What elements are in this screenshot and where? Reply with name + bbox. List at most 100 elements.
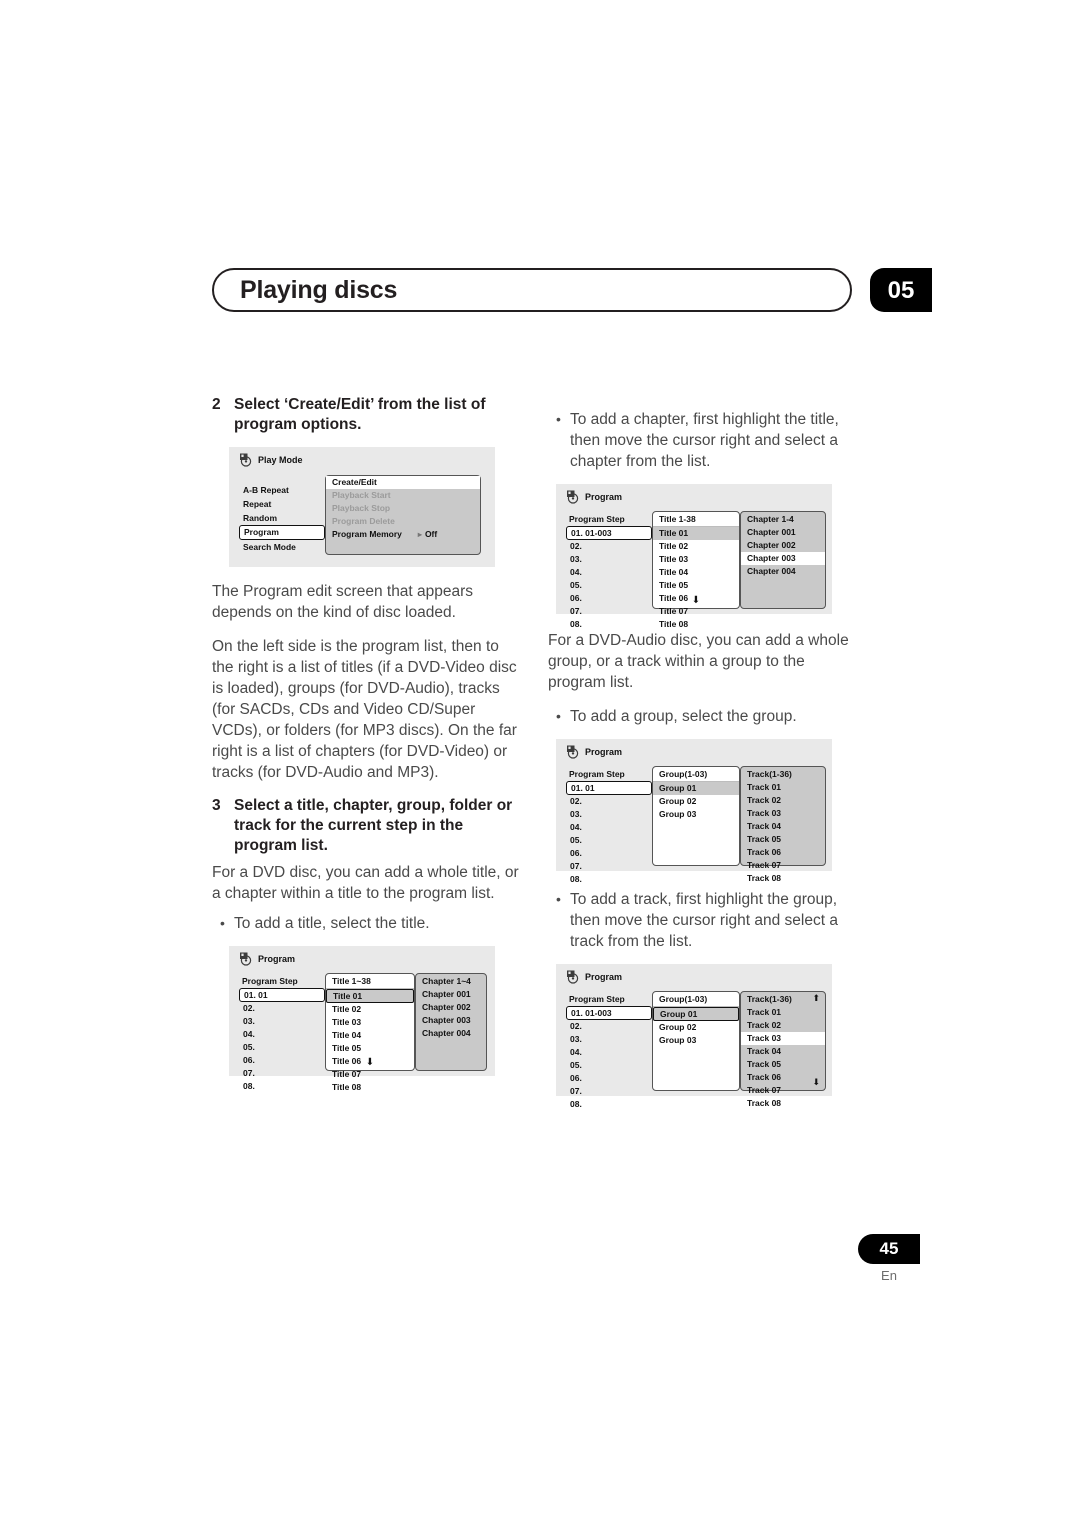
program-right-row[interactable]: Track 02 bbox=[741, 794, 825, 807]
program-right-row[interactable]: Track 06 bbox=[741, 846, 825, 859]
play-mode-option-playback-stop[interactable]: Playback Stop bbox=[326, 502, 480, 515]
program-right-row[interactable]: Track 04 bbox=[741, 1045, 825, 1058]
program-mid-row[interactable]: Title 04 bbox=[326, 1029, 414, 1042]
program-mid-column[interactable]: Group(1-03) Group 01 Group 02 Group 03 bbox=[652, 991, 740, 1091]
play-mode-option-program-delete[interactable]: Program Delete bbox=[326, 515, 480, 528]
play-mode-option-panel[interactable]: Create/Edit Playback Start Playback Stop Pr… bbox=[325, 475, 481, 555]
program-right-column[interactable]: Track(1-36) Track 01 Track 02 Track 03 Track… bbox=[740, 766, 826, 883]
program-step-row[interactable]: 06. bbox=[566, 847, 652, 860]
play-mode-item-program[interactable]: Program bbox=[239, 525, 325, 540]
program-step-row[interactable]: 05. bbox=[239, 1041, 325, 1054]
program-step-column[interactable]: Program Step 01. 01 02. 03. 04. 05. 06. 07. 08. bbox=[239, 974, 325, 1093]
program-step-row[interactable]: 02. bbox=[566, 540, 652, 553]
program-step-row[interactable]: 06. bbox=[566, 592, 652, 605]
program-step-row[interactable]: 04. bbox=[566, 1046, 652, 1059]
program-mid-row[interactable]: Title 01 bbox=[653, 527, 739, 540]
play-mode-option-playback-start[interactable]: Playback Start bbox=[326, 489, 480, 502]
program-right-row[interactable]: Track 08 bbox=[741, 1097, 825, 1110]
program-right-column[interactable]: Chapter 1~4 Chapter 001 Chapter 002 Chapter… bbox=[415, 973, 487, 1071]
program-right-row[interactable]: Track 01 bbox=[741, 1006, 825, 1019]
program-right-row[interactable]: Chapter 001 bbox=[416, 988, 486, 1001]
program-mid-row[interactable]: Title 08 bbox=[326, 1081, 414, 1094]
program-mid-row[interactable]: Group 01 bbox=[653, 1007, 739, 1021]
scroll-down-arrow-icon[interactable]: ⬇ bbox=[366, 1058, 374, 1068]
program-step-row[interactable]: 02. bbox=[566, 795, 652, 808]
program-mid-row[interactable]: Title 02 bbox=[653, 540, 739, 553]
program-step-row[interactable]: 03. bbox=[566, 1033, 652, 1046]
scroll-down-arrow-icon[interactable]: ⬇ bbox=[812, 1078, 820, 1087]
program-step-row[interactable]: 07. bbox=[566, 605, 652, 618]
program-mid-row[interactable]: Group 01 bbox=[653, 782, 739, 795]
program-mid-row[interactable]: Title 02 bbox=[326, 1003, 414, 1016]
program-mid-column[interactable]: Title 1-38 Title 01 Title 02 Title 03 Title … bbox=[652, 511, 740, 629]
program-step-row[interactable]: 08. bbox=[566, 1098, 652, 1111]
program-step-row[interactable]: 02. bbox=[566, 1020, 652, 1033]
program-right-row[interactable]: Chapter 003 bbox=[741, 552, 825, 565]
program-mid-row[interactable]: Title 03 bbox=[326, 1016, 414, 1029]
program-step-row[interactable]: 02. bbox=[239, 1002, 325, 1015]
program-step-row[interactable]: 01. 01 bbox=[566, 781, 652, 795]
play-mode-option-program-memory[interactable]: Program Memory ▸ Off bbox=[326, 528, 480, 541]
program-mid-row[interactable]: Title 05 bbox=[326, 1042, 414, 1055]
program-mid-row[interactable]: Title 07 bbox=[653, 605, 739, 618]
program-step-row[interactable]: 05. bbox=[566, 579, 652, 592]
program-mid-row[interactable]: Title 07 bbox=[326, 1068, 414, 1081]
program-step-row[interactable]: 05. bbox=[566, 834, 652, 847]
program-right-row[interactable]: Chapter 002 bbox=[741, 539, 825, 552]
play-mode-item-a-b-repeat[interactable]: A-B Repeat bbox=[239, 483, 325, 497]
program-right-row[interactable]: Track 07 bbox=[741, 859, 825, 872]
program-right-row[interactable]: Track 08 bbox=[741, 872, 825, 885]
program-mid-row[interactable]: Title 01 bbox=[326, 989, 414, 1003]
play-mode-item-search-mode[interactable]: Search Mode bbox=[239, 540, 325, 554]
play-mode-menu-list[interactable]: A-B Repeat Repeat Random Program Search Mode bbox=[239, 483, 325, 554]
program-step-column[interactable]: Program Step 01. 01 02. 03. 04. 05. 06. 07. 08. bbox=[566, 767, 652, 886]
play-mode-item-repeat[interactable]: Repeat bbox=[239, 497, 325, 511]
program-mid-row[interactable]: Title 05 bbox=[653, 579, 739, 592]
program-step-row[interactable]: 06. bbox=[239, 1054, 325, 1067]
program-step-row[interactable]: 06. bbox=[566, 1072, 652, 1085]
program-step-row[interactable]: 07. bbox=[566, 860, 652, 873]
program-step-row[interactable]: 03. bbox=[239, 1015, 325, 1028]
program-step-row[interactable]: 04. bbox=[566, 821, 652, 834]
program-step-row[interactable]: 07. bbox=[566, 1085, 652, 1098]
program-mid-row[interactable]: Group 03 bbox=[653, 1034, 739, 1047]
program-right-row[interactable]: Track 05 bbox=[741, 833, 825, 846]
program-mid-row[interactable]: Group 02 bbox=[653, 795, 739, 808]
program-mid-row[interactable]: Title 04 bbox=[653, 566, 739, 579]
program-mid-column[interactable]: Group(1-03) Group 01 Group 02 Group 03 bbox=[652, 766, 740, 866]
program-step-row[interactable]: 03. bbox=[566, 553, 652, 566]
program-step-row[interactable]: 05. bbox=[566, 1059, 652, 1072]
program-step-row[interactable]: 01. 01-003 bbox=[566, 526, 652, 540]
program-mid-row[interactable]: Title 03 bbox=[653, 553, 739, 566]
scroll-down-arrow-icon[interactable]: ⬇ bbox=[692, 596, 700, 606]
program-step-row[interactable]: 07. bbox=[239, 1067, 325, 1080]
program-step-column[interactable]: Program Step 01. 01-003 02. 03. 04. 05. 06. 07.… bbox=[566, 512, 652, 631]
program-right-row[interactable]: Chapter 002 bbox=[416, 1001, 486, 1014]
scroll-up-arrow-icon[interactable]: ⬆ bbox=[812, 994, 820, 1003]
program-right-row[interactable]: Track 02 bbox=[741, 1019, 825, 1032]
program-mid-row[interactable]: Title 08 bbox=[653, 618, 739, 631]
program-right-column[interactable]: Track(1-36) Track 01 Track 02 Track 03 Track… bbox=[740, 991, 826, 1108]
program-right-column[interactable]: Chapter 1-4 Chapter 001 Chapter 002 Chapter… bbox=[740, 511, 826, 609]
program-right-row[interactable]: Track 01 bbox=[741, 781, 825, 794]
program-right-row[interactable]: Track 04 bbox=[741, 820, 825, 833]
program-step-row[interactable]: 04. bbox=[566, 566, 652, 579]
program-step-row[interactable]: 04. bbox=[239, 1028, 325, 1041]
program-step-row[interactable]: 03. bbox=[566, 808, 652, 821]
play-mode-option-create-edit[interactable]: Create/Edit bbox=[326, 476, 480, 489]
program-mid-column[interactable]: Title 1~38 Title 01 Title 02 Title 03 Title … bbox=[325, 973, 415, 1092]
program-right-row[interactable]: Track 03 bbox=[741, 807, 825, 820]
program-right-row[interactable]: Chapter 003 bbox=[416, 1014, 486, 1027]
play-mode-item-random[interactable]: Random bbox=[239, 511, 325, 525]
program-step-column[interactable]: Program Step 01. 01-003 02. 03. 04. 05. 06. 07.… bbox=[566, 992, 652, 1111]
program-right-row[interactable]: Track 03 bbox=[741, 1032, 825, 1045]
program-step-row[interactable]: 01. 01-003 bbox=[566, 1006, 652, 1020]
program-right-row[interactable]: Track 05 bbox=[741, 1058, 825, 1071]
program-step-row[interactable]: 08. bbox=[239, 1080, 325, 1093]
program-step-row[interactable]: 08. bbox=[566, 873, 652, 886]
program-right-row[interactable]: Chapter 001 bbox=[741, 526, 825, 539]
program-mid-row[interactable]: Group 02 bbox=[653, 1021, 739, 1034]
program-right-row[interactable]: Chapter 004 bbox=[416, 1027, 486, 1040]
program-step-row[interactable]: 08. bbox=[566, 618, 652, 631]
program-right-row[interactable]: Chapter 004 bbox=[741, 565, 825, 578]
